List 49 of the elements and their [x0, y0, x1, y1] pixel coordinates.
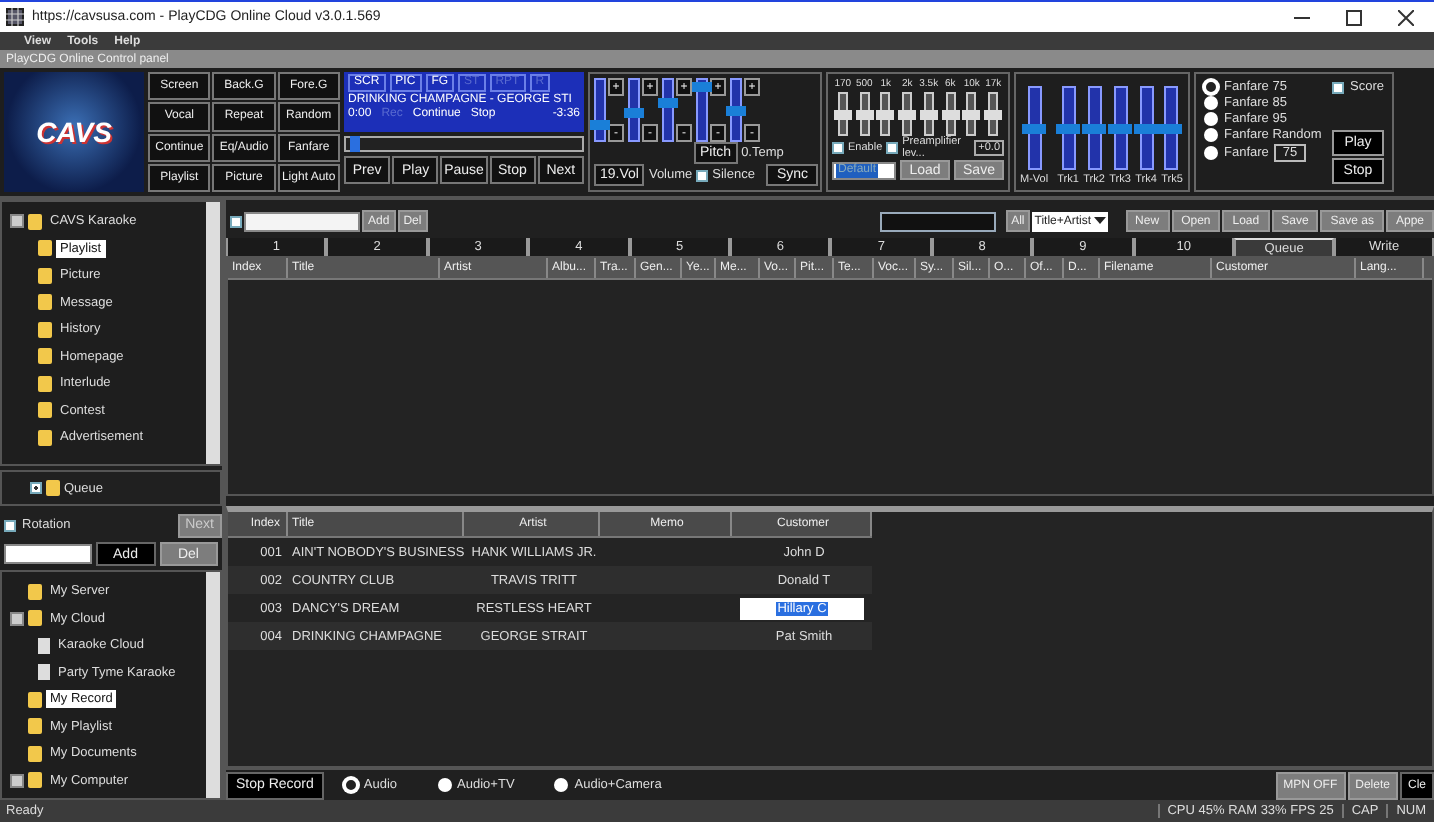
fanfare-radio[interactable] — [1204, 112, 1218, 126]
fanfare-radio[interactable] — [1204, 146, 1218, 160]
app-icon — [6, 8, 24, 26]
scrollbar[interactable] — [206, 202, 220, 464]
mixer-slider-thumb[interactable] — [1055, 123, 1080, 133]
mixer-slider-thumb[interactable] — [1133, 123, 1157, 133]
folder-icon — [46, 480, 60, 496]
eq-slider-thumb[interactable] — [941, 109, 960, 119]
source-radio[interactable] — [554, 778, 569, 792]
scrollbar[interactable] — [206, 572, 220, 798]
fanfare-radio[interactable] — [1204, 128, 1218, 142]
source-radio[interactable] — [437, 778, 452, 792]
slider-thumb[interactable] — [624, 107, 644, 118]
search-field[interactable] — [879, 211, 996, 231]
eq-slider-thumb[interactable] — [855, 109, 874, 119]
logo-text: CAVS — [36, 116, 112, 148]
expander-icon[interactable] — [10, 773, 24, 788]
slider-thumb[interactable] — [590, 120, 610, 130]
slider-thumb[interactable] — [658, 97, 678, 108]
playlist-dropdown[interactable] — [244, 211, 360, 231]
queue-checkbox[interactable] — [30, 482, 42, 494]
eq-slider-thumb[interactable] — [919, 109, 938, 119]
slider-thumb[interactable] — [726, 105, 746, 115]
source-radio[interactable] — [343, 778, 358, 792]
expander-icon[interactable] — [10, 611, 24, 626]
source-dropdown[interactable] — [4, 544, 92, 564]
eq-slider-thumb[interactable] — [984, 109, 1003, 119]
rotation-checkbox[interactable] — [4, 519, 16, 531]
eq-slider-thumb[interactable] — [898, 109, 917, 119]
maximize-icon[interactable] — [1346, 9, 1362, 25]
close-icon[interactable] — [1398, 9, 1414, 25]
fanfare-radio[interactable] — [1204, 80, 1218, 94]
eq-slider-thumb[interactable] — [876, 109, 895, 119]
mixer-slider-thumb[interactable] — [1107, 123, 1132, 133]
slider-thumb[interactable] — [692, 82, 712, 93]
silence-checkbox[interactable] — [696, 169, 709, 181]
progress-thumb[interactable] — [350, 136, 361, 152]
eq-slider-thumb[interactable] — [833, 109, 852, 119]
mixer-slider-thumb[interactable] — [1081, 123, 1106, 133]
preamp-checkbox[interactable] — [886, 142, 899, 154]
eq-slider-thumb[interactable] — [962, 109, 981, 119]
select-all-checkbox[interactable] — [230, 215, 242, 227]
expander-icon[interactable] — [10, 214, 24, 229]
fanfare-radio[interactable] — [1204, 96, 1218, 110]
enable-checkbox[interactable] — [832, 142, 844, 154]
caret-icon — [1093, 213, 1106, 226]
mixer-slider-thumb[interactable] — [1021, 123, 1046, 133]
mixer-slider-thumb[interactable] — [1158, 123, 1183, 133]
score-checkbox[interactable] — [1332, 81, 1344, 93]
